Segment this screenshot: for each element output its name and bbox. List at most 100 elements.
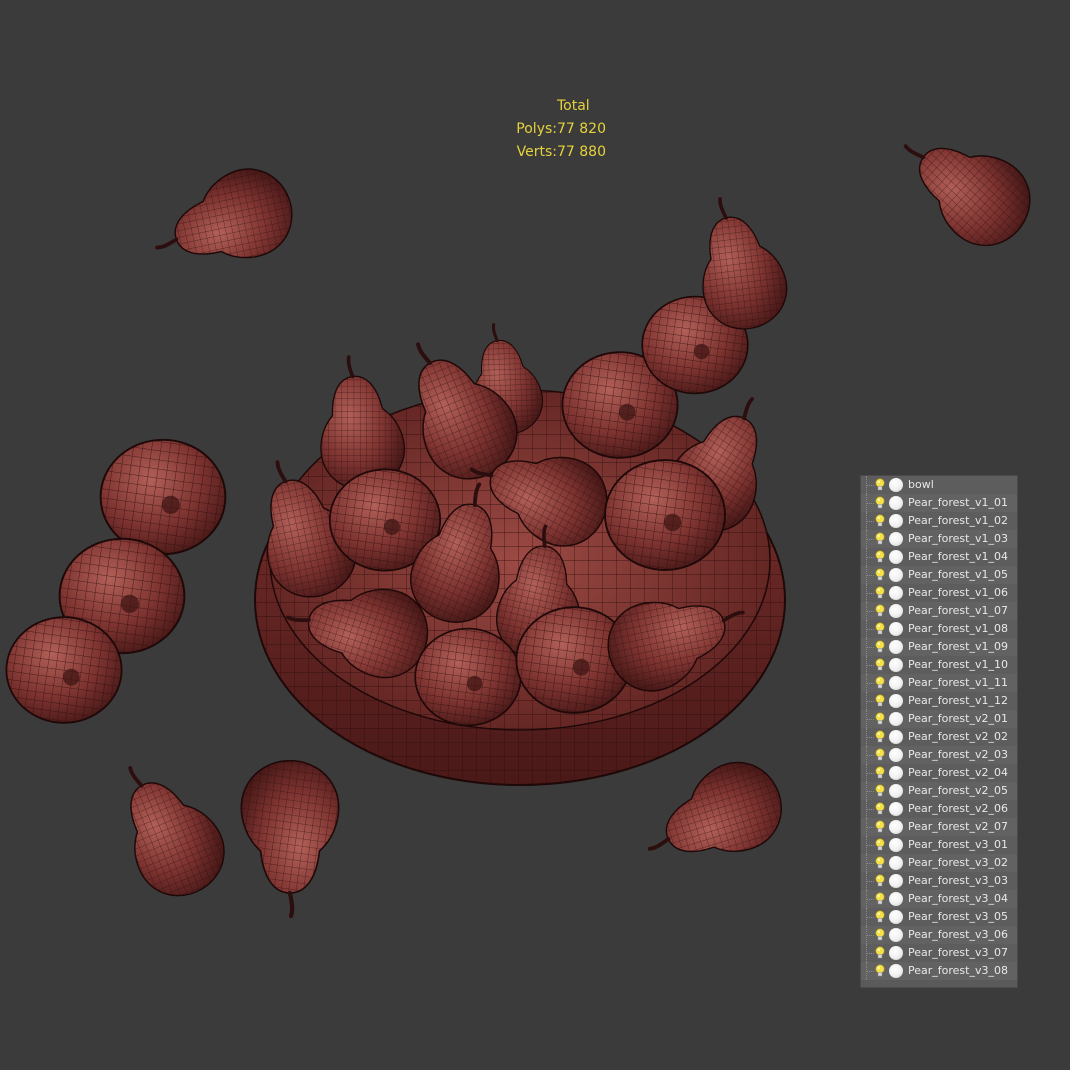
lightbulb-icon[interactable] — [875, 820, 885, 834]
render-sphere-icon[interactable] — [889, 532, 903, 546]
scene-item[interactable]: Pear_forest_v1_06 — [861, 584, 1017, 602]
scene-item[interactable]: Pear_forest_v2_07 — [861, 818, 1017, 836]
lightbulb-icon[interactable] — [875, 496, 885, 510]
lightbulb-icon[interactable] — [875, 892, 885, 906]
lightbulb-icon[interactable] — [875, 766, 885, 780]
scene-item[interactable]: Pear_forest_v2_03 — [861, 746, 1017, 764]
tree-connector — [866, 764, 875, 782]
scene-item[interactable]: Pear_forest_v1_02 — [861, 512, 1017, 530]
render-sphere-icon[interactable] — [889, 514, 903, 528]
lightbulb-icon[interactable] — [875, 784, 885, 798]
render-sphere-icon[interactable] — [889, 874, 903, 888]
scene-item[interactable]: Pear_forest_v3_05 — [861, 908, 1017, 926]
lightbulb-icon[interactable] — [875, 946, 885, 960]
render-sphere-icon[interactable] — [889, 550, 903, 564]
scene-item-label: Pear_forest_v3_05 — [908, 910, 1008, 923]
render-sphere-icon[interactable] — [889, 928, 903, 942]
lightbulb-icon[interactable] — [875, 748, 885, 762]
lightbulb-icon[interactable] — [875, 712, 885, 726]
lightbulb-icon[interactable] — [875, 910, 885, 924]
scene-item-label: Pear_forest_v2_02 — [908, 730, 1008, 743]
lightbulb-icon[interactable] — [875, 730, 885, 744]
render-sphere-icon[interactable] — [889, 676, 903, 690]
scene-item[interactable]: Pear_forest_v2_01 — [861, 710, 1017, 728]
scene-item[interactable]: Pear_forest_v3_01 — [861, 836, 1017, 854]
render-sphere-icon[interactable] — [889, 658, 903, 672]
scene-item-label: Pear_forest_v1_11 — [908, 676, 1008, 689]
render-sphere-icon[interactable] — [889, 712, 903, 726]
lightbulb-icon[interactable] — [875, 532, 885, 546]
tree-connector — [866, 872, 875, 890]
scene-item[interactable]: bowl — [861, 476, 1017, 494]
tree-connector — [866, 962, 875, 980]
scene-item[interactable]: Pear_forest_v1_07 — [861, 602, 1017, 620]
render-sphere-icon[interactable] — [889, 838, 903, 852]
scene-explorer-panel[interactable]: bowl Pear_forest_v1_01 Pear_forest_v1_02 Pe… — [860, 475, 1018, 988]
lightbulb-icon[interactable] — [875, 838, 885, 852]
render-sphere-icon[interactable] — [889, 568, 903, 582]
render-sphere-icon[interactable] — [889, 496, 903, 510]
scene-item[interactable]: Pear_forest_v1_10 — [861, 656, 1017, 674]
lightbulb-icon[interactable] — [875, 586, 885, 600]
render-sphere-icon[interactable] — [889, 730, 903, 744]
render-sphere-icon[interactable] — [889, 604, 903, 618]
lightbulb-icon[interactable] — [875, 802, 885, 816]
scene-item[interactable]: Pear_forest_v1_01 — [861, 494, 1017, 512]
scene-item[interactable]: Pear_forest_v1_03 — [861, 530, 1017, 548]
render-sphere-icon[interactable] — [889, 622, 903, 636]
lightbulb-icon[interactable] — [875, 928, 885, 942]
render-sphere-icon[interactable] — [889, 910, 903, 924]
tree-connector — [866, 620, 875, 638]
tree-connector — [866, 602, 875, 620]
scene-item[interactable]: Pear_forest_v3_06 — [861, 926, 1017, 944]
scene-item-label: Pear_forest_v1_04 — [908, 550, 1008, 563]
tree-connector — [866, 818, 875, 836]
render-sphere-icon[interactable] — [889, 820, 903, 834]
render-sphere-icon[interactable] — [889, 946, 903, 960]
lightbulb-icon[interactable] — [875, 550, 885, 564]
render-sphere-icon[interactable] — [889, 802, 903, 816]
lightbulb-icon[interactable] — [875, 604, 885, 618]
render-sphere-icon[interactable] — [889, 748, 903, 762]
render-sphere-icon[interactable] — [889, 766, 903, 780]
lightbulb-icon[interactable] — [875, 964, 885, 978]
tree-connector — [866, 656, 875, 674]
scene-item[interactable]: Pear_forest_v1_09 — [861, 638, 1017, 656]
lightbulb-icon[interactable] — [875, 676, 885, 690]
render-sphere-icon[interactable] — [889, 856, 903, 870]
scene-statistics: Total Polys: 77 820 Verts: 77 880 — [494, 95, 627, 164]
lightbulb-icon[interactable] — [875, 874, 885, 888]
scene-item-label: Pear_forest_v1_09 — [908, 640, 1008, 653]
render-sphere-icon[interactable] — [889, 694, 903, 708]
scene-item[interactable]: Pear_forest_v3_02 — [861, 854, 1017, 872]
scene-item[interactable]: Pear_forest_v3_07 — [861, 944, 1017, 962]
render-sphere-icon[interactable] — [889, 964, 903, 978]
render-sphere-icon[interactable] — [889, 478, 903, 492]
render-sphere-icon[interactable] — [889, 892, 903, 906]
scene-item[interactable]: Pear_forest_v3_04 — [861, 890, 1017, 908]
lightbulb-icon[interactable] — [875, 640, 885, 654]
lightbulb-icon[interactable] — [875, 514, 885, 528]
scene-item[interactable]: Pear_forest_v3_03 — [861, 872, 1017, 890]
lightbulb-icon[interactable] — [875, 568, 885, 582]
lightbulb-icon[interactable] — [875, 622, 885, 636]
scene-item[interactable]: Pear_forest_v1_08 — [861, 620, 1017, 638]
lightbulb-icon[interactable] — [875, 856, 885, 870]
scene-item[interactable]: Pear_forest_v2_06 — [861, 800, 1017, 818]
scene-item-label: Pear_forest_v3_08 — [908, 964, 1008, 977]
lightbulb-icon[interactable] — [875, 658, 885, 672]
render-sphere-icon[interactable] — [889, 640, 903, 654]
scene-item[interactable]: Pear_forest_v2_04 — [861, 764, 1017, 782]
scene-item[interactable]: Pear_forest_v1_04 — [861, 548, 1017, 566]
scene-item[interactable]: Pear_forest_v1_11 — [861, 674, 1017, 692]
lightbulb-icon[interactable] — [875, 694, 885, 708]
scene-item[interactable]: Pear_forest_v2_02 — [861, 728, 1017, 746]
scene-item[interactable]: Pear_forest_v3_08 — [861, 962, 1017, 980]
lightbulb-icon[interactable] — [875, 478, 885, 492]
scene-item-label: Pear_forest_v2_06 — [908, 802, 1008, 815]
scene-item[interactable]: Pear_forest_v1_05 — [861, 566, 1017, 584]
render-sphere-icon[interactable] — [889, 784, 903, 798]
scene-item[interactable]: Pear_forest_v2_05 — [861, 782, 1017, 800]
render-sphere-icon[interactable] — [889, 586, 903, 600]
scene-item[interactable]: Pear_forest_v1_12 — [861, 692, 1017, 710]
